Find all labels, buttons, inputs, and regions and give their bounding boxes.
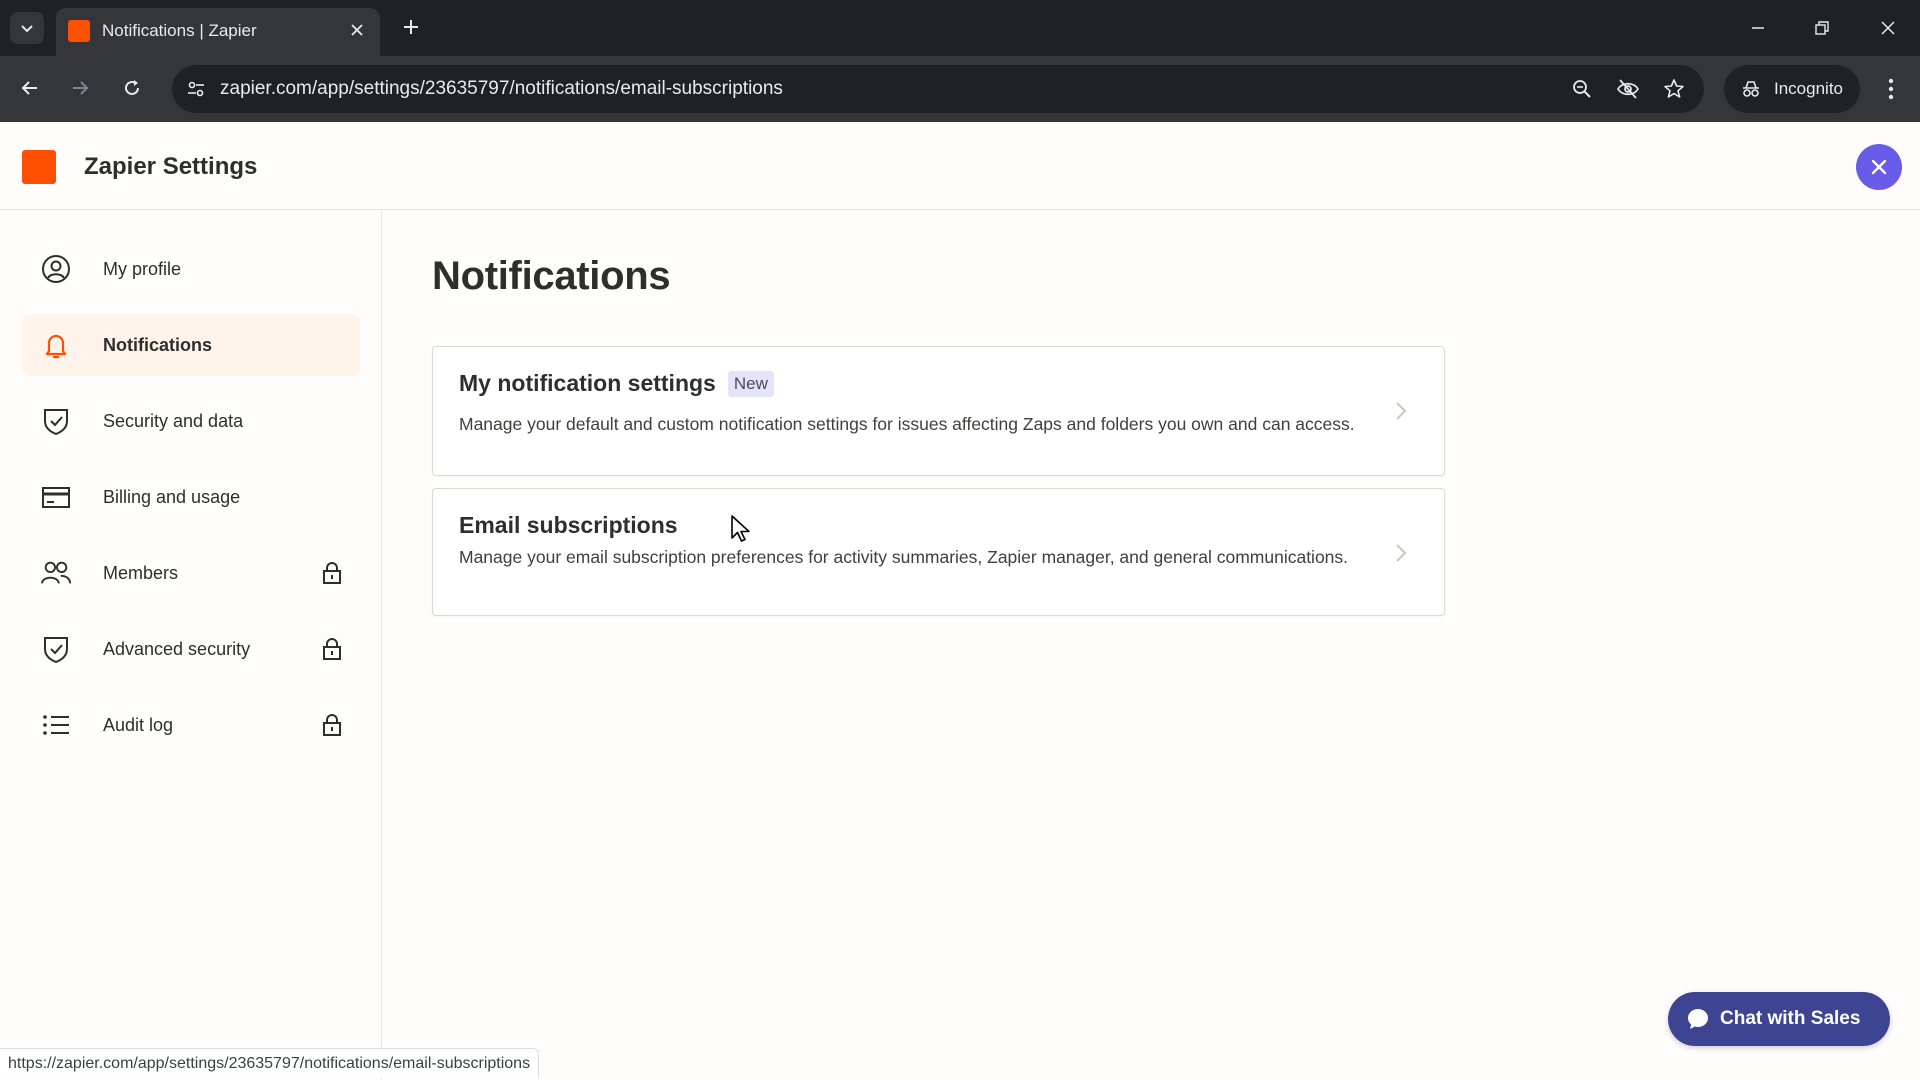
lock-icon [320,713,344,737]
settings-sidebar: My profile Notifications Security and da… [0,210,382,1080]
app-header: Zapier Settings [0,122,1920,210]
reload-button[interactable] [116,72,148,104]
incognito-label: Incognito [1774,79,1843,98]
shield-check-icon [40,405,72,437]
close-icon [1871,159,1887,175]
page-title: Notifications [432,254,671,298]
credit-card-icon [40,481,72,513]
tab-close-button[interactable] [346,19,368,41]
sidebar-item-my-profile[interactable]: My profile [22,238,360,300]
plus-icon [404,20,418,34]
new-tab-button[interactable] [398,14,424,40]
link-status-bar: https://zapier.com/app/settings/23635797… [0,1048,540,1078]
more-vert-icon [1888,78,1894,100]
card-description: Manage your email subscription preferenc… [459,547,1349,567]
mouse-cursor-icon [731,515,750,542]
notification-settings-card[interactable]: My notification settings New Manage your … [432,346,1445,476]
card-title: Email subscriptions [459,511,678,539]
back-button[interactable] [14,72,46,104]
sidebar-item-members[interactable]: Members [22,542,360,604]
sidebar-item-label: Notifications [103,335,213,355]
list-icon [40,709,72,741]
tab-title: Notifications | Zapier [102,21,257,40]
window-close-button[interactable] [1872,12,1904,44]
sidebar-item-label: Security and data [103,411,244,431]
chat-label: Chat with Sales [1720,1008,1861,1029]
app-title: Zapier Settings [84,153,258,180]
tab-search-button[interactable] [10,12,44,44]
card-title-text: My notification settings [459,370,716,396]
bell-icon [40,329,72,361]
sidebar-item-notifications[interactable]: Notifications [22,314,360,376]
close-settings-button[interactable] [1856,144,1902,190]
incognito-indicator[interactable]: Incognito [1724,65,1860,113]
address-bar[interactable]: zapier.com/app/settings/23635797/notific… [172,65,1704,113]
forward-button[interactable] [64,72,96,104]
sidebar-item-label: Advanced security [103,639,251,659]
zapier-favicon-icon [68,20,90,42]
chevron-right-icon [1389,541,1413,565]
chevron-right-icon [1389,399,1413,423]
lock-icon [320,637,344,661]
restore-icon [1815,21,1829,35]
chat-bubble-icon [1688,1009,1708,1029]
incognito-icon [1743,81,1759,97]
new-badge: New [727,371,774,397]
card-title: My notification settings New [459,369,774,397]
url-text[interactable]: zapier.com/app/settings/23635797/notific… [220,78,783,100]
email-subscriptions-card[interactable]: Email subscriptions Manage your email su… [432,488,1445,616]
eye-off-icon[interactable] [1616,77,1640,101]
sidebar-item-billing-and-usage[interactable]: Billing and usage [22,466,360,528]
restore-button[interactable] [1806,12,1838,44]
site-info-icon[interactable] [184,77,208,101]
sidebar-item-label: Billing and usage [103,487,241,507]
bookmark-star-icon[interactable] [1662,77,1686,101]
browser-tab[interactable]: Notifications | Zapier [56,8,380,56]
status-url: https://zapier.com/app/settings/23635797… [8,1054,531,1072]
sidebar-item-advanced-security[interactable]: Advanced security [22,618,360,680]
user-circle-icon [40,253,72,285]
sidebar-item-security-and-data[interactable]: Security and data [22,390,360,452]
shield-check-icon [40,633,72,665]
close-icon [351,24,363,36]
zapier-logo [22,150,56,184]
browser-menu-button[interactable] [1876,73,1906,105]
minimize-icon [1752,27,1764,29]
close-icon [1881,21,1895,35]
reload-icon [125,80,139,95]
card-title-text: Email subscriptions [459,512,678,538]
sidebar-item-label: Members [103,563,179,583]
card-description: Manage your default and custom notificat… [459,414,1355,434]
zoom-icon[interactable] [1570,77,1594,101]
chevron-down-icon [21,25,33,33]
browser-toolbar: zapier.com/app/settings/23635797/notific… [0,56,1920,122]
sidebar-item-audit-log[interactable]: Audit log [22,694,360,756]
browser-tab-bar: Notifications | Zapier [0,0,1920,56]
lock-icon [320,561,344,585]
chat-with-sales-button[interactable]: Chat with Sales [1668,992,1890,1046]
arrow-right-icon [73,81,89,95]
sidebar-item-label: My profile [103,259,182,279]
users-icon [40,557,72,589]
arrow-left-icon [21,81,37,95]
minimize-button[interactable] [1742,12,1774,44]
sidebar-item-label: Audit log [103,715,174,735]
